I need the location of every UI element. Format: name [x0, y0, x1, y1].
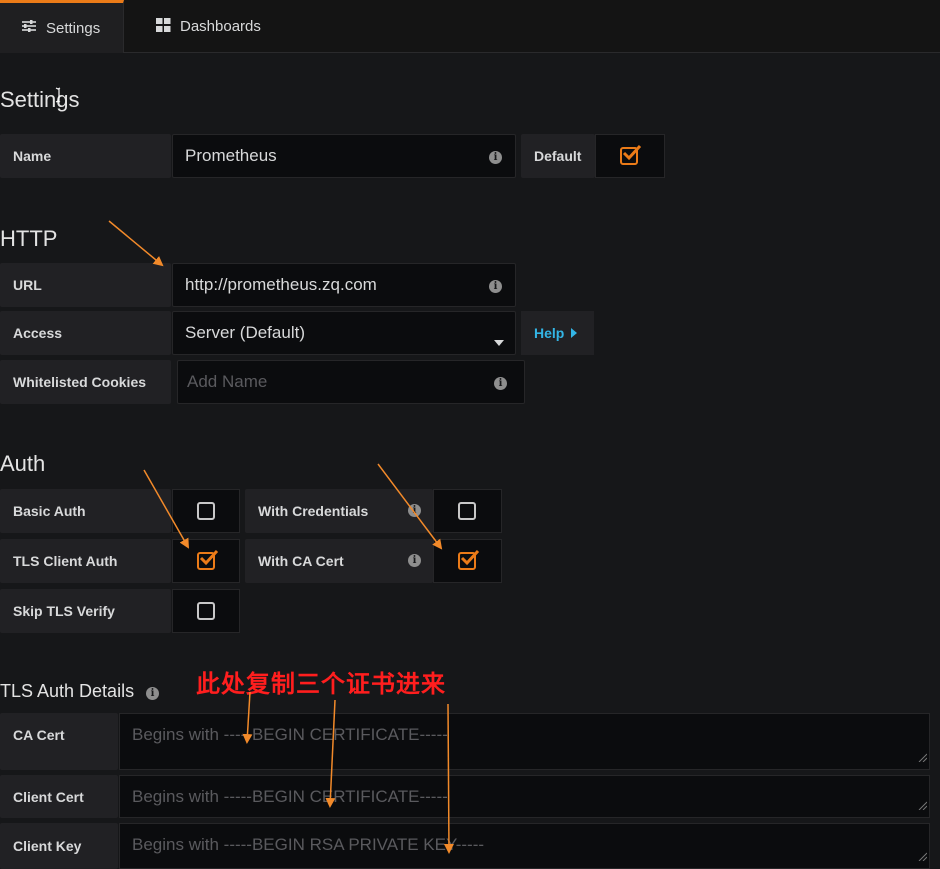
with-credentials-checkbox-cell[interactable] — [433, 489, 502, 533]
default-label: Default — [521, 134, 595, 178]
resize-grip-icon[interactable] — [918, 795, 928, 815]
name-value: Prometheus — [185, 146, 277, 165]
client-cert-label: Client Cert — [0, 775, 118, 818]
with-credentials-label: With Credentials i — [245, 489, 433, 533]
cookies-label: Whitelisted Cookies — [0, 360, 171, 404]
default-checkbox[interactable] — [620, 144, 641, 165]
annotation-text: 此处复制三个证书进来 — [196, 670, 446, 698]
tls-client-auth-label: TLS Client Auth — [0, 539, 171, 583]
with-credentials-text: With Credentials — [258, 503, 369, 519]
with-ca-cert-checkbox-cell[interactable] — [433, 539, 502, 583]
tab-dashboards-label: Dashboards — [180, 18, 261, 35]
skip-tls-checkbox[interactable] — [197, 602, 215, 620]
url-value: http://prometheus.zq.com — [185, 275, 377, 294]
auth-title: Auth — [0, 451, 46, 476]
info-icon[interactable]: i — [489, 280, 502, 293]
basic-auth-checkbox-cell[interactable] — [172, 489, 240, 533]
tls-client-auth-checkbox-cell[interactable] — [172, 539, 240, 583]
tab-dashboards[interactable]: Dashboards — [156, 0, 261, 53]
tls-client-auth-checkbox[interactable] — [197, 549, 218, 570]
client-cert-textarea[interactable]: Begins with -----BEGIN CERTIFICATE----- — [119, 775, 930, 818]
tab-bar: Settings Dashboards — [0, 0, 940, 53]
client-key-placeholder: Begins with -----BEGIN RSA PRIVATE KEY--… — [132, 835, 485, 854]
caret-right-icon — [571, 325, 578, 341]
help-button[interactable]: Help — [521, 311, 594, 355]
with-ca-cert-label: With CA Cert i — [245, 539, 433, 583]
text-cursor-icon — [55, 87, 61, 103]
http-title: HTTP — [0, 226, 58, 251]
url-label: URL — [0, 263, 171, 307]
default-checkbox-cell[interactable] — [595, 134, 665, 178]
tls-details-title: TLS Auth Details — [0, 681, 135, 701]
name-input[interactable]: Prometheus i — [172, 134, 516, 178]
cookies-placeholder: Add Name — [187, 372, 268, 391]
resize-grip-icon[interactable] — [918, 846, 928, 866]
basic-auth-checkbox[interactable] — [197, 502, 215, 520]
info-icon[interactable]: i — [146, 687, 159, 700]
cookies-input[interactable]: Add Name i — [177, 360, 525, 404]
ca-cert-textarea[interactable]: Begins with -----BEGIN CERTIFICATE----- — [119, 713, 930, 770]
name-label: Name — [0, 134, 171, 178]
tab-settings[interactable]: Settings — [0, 0, 124, 53]
with-ca-cert-text: With CA Cert — [258, 553, 344, 569]
with-ca-cert-checkbox[interactable] — [458, 549, 479, 570]
settings-title: Settings — [0, 87, 80, 112]
access-label: Access — [0, 311, 171, 355]
client-key-textarea[interactable]: Begins with -----BEGIN RSA PRIVATE KEY--… — [119, 823, 930, 869]
ca-cert-placeholder: Begins with -----BEGIN CERTIFICATE----- — [132, 725, 448, 744]
grid-icon — [156, 17, 171, 36]
with-credentials-checkbox[interactable] — [458, 502, 476, 520]
resize-grip-icon[interactable] — [918, 747, 928, 767]
ca-cert-label: CA Cert — [0, 713, 118, 770]
arrow-to-url — [108, 220, 164, 267]
info-icon[interactable]: i — [408, 504, 421, 517]
info-icon[interactable]: i — [489, 151, 502, 164]
help-label: Help — [534, 325, 565, 341]
client-key-label: Client Key — [0, 823, 118, 869]
skip-tls-checkbox-cell[interactable] — [172, 589, 240, 633]
client-cert-placeholder: Begins with -----BEGIN CERTIFICATE----- — [132, 787, 448, 806]
info-icon[interactable]: i — [494, 377, 507, 390]
sliders-icon — [21, 19, 37, 37]
skip-tls-label: Skip TLS Verify — [0, 589, 171, 633]
access-select[interactable]: Server (Default) — [172, 311, 516, 355]
tab-settings-label: Settings — [46, 19, 101, 37]
info-icon[interactable]: i — [408, 554, 421, 567]
url-input[interactable]: http://prometheus.zq.com i — [172, 263, 516, 307]
basic-auth-label: Basic Auth — [0, 489, 171, 533]
access-value: Server (Default) — [185, 323, 305, 342]
caret-down-icon — [494, 331, 504, 351]
